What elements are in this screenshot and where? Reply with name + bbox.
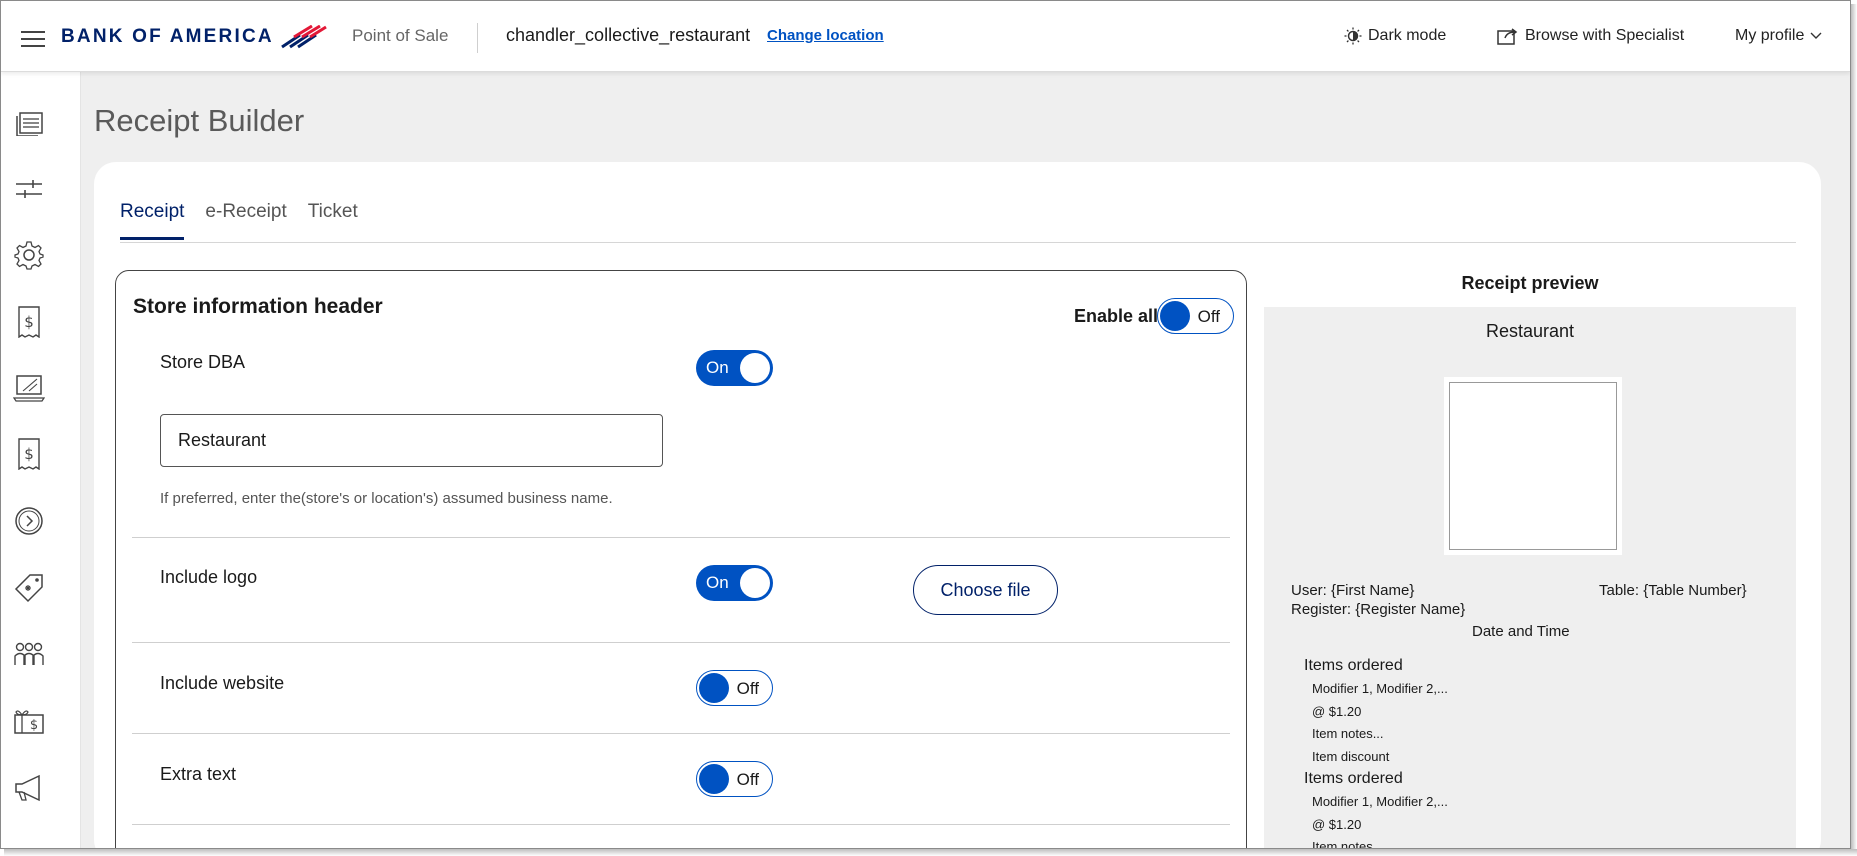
store-dba-input[interactable]: Restaurant	[160, 414, 663, 467]
toggle-knob	[740, 568, 770, 598]
dark-mode-label: Dark mode	[1368, 27, 1447, 44]
preview-price: @ $1.20	[1312, 817, 1362, 832]
section-title: Store information header	[133, 295, 383, 318]
toggle-state: On	[706, 358, 729, 377]
sidebar: $ $ $	[1, 72, 81, 848]
tab-ticket[interactable]: Ticket	[308, 201, 358, 240]
receipt-dollar-icon[interactable]: $	[13, 306, 45, 338]
tab-receipt[interactable]: Receipt	[120, 201, 185, 240]
gift-card-icon[interactable]: $	[13, 705, 45, 737]
preview-register: Register: {Register Name}	[1291, 601, 1466, 618]
share-screen-icon	[1497, 28, 1518, 45]
dark-mode-button[interactable]: Dark mode	[1344, 27, 1446, 45]
flag-logo-icon	[280, 25, 327, 49]
svg-text:$: $	[24, 445, 34, 463]
preview-date-time: Date and Time	[1472, 623, 1570, 640]
enable-all-toggle[interactable]: Off	[1157, 298, 1234, 334]
toggle-state: Off	[1197, 307, 1220, 326]
people-icon[interactable]	[13, 638, 45, 670]
row-divider	[132, 733, 1230, 734]
receipt-dollar-icon[interactable]: $	[13, 438, 45, 470]
store-dba-helper: If preferred, enter the(store's or locat…	[160, 490, 613, 507]
tab-e-receipt[interactable]: e-Receipt	[205, 201, 286, 240]
brand-name: BANK OF AMERICA	[61, 26, 274, 47]
extra-text-label: Extra text	[160, 764, 237, 784]
preview-modifiers: Modifier 1, Modifier 2,...	[1312, 794, 1448, 809]
toggle-knob	[699, 673, 729, 703]
toggle-state: On	[706, 573, 729, 592]
preview-item-notes: Item notes...	[1312, 839, 1384, 849]
browse-specialist-button[interactable]: Browse with Specialist	[1497, 27, 1684, 45]
preview-items-heading: Items ordered	[1304, 657, 1403, 674]
extra-text-toggle[interactable]: Off	[696, 761, 773, 797]
my-profile-menu[interactable]: My profile	[1735, 27, 1822, 45]
location-name: chandler_collective_restaurant	[506, 25, 751, 45]
include-website-label: Include website	[160, 673, 285, 693]
page-title: Receipt Builder	[94, 103, 305, 138]
preview-logo-placeholder	[1444, 377, 1622, 555]
app-name: Point of Sale	[352, 26, 449, 45]
preview-table: Table: {Table Number}	[1599, 582, 1747, 599]
bank-logo[interactable]: BANK OF AMERICA	[61, 25, 328, 49]
preview-items-heading: Items ordered	[1304, 770, 1403, 787]
tag-icon[interactable]	[13, 572, 45, 604]
tab-bar: Receipt e-Receipt Ticket	[120, 201, 379, 240]
tablet-icon[interactable]	[13, 372, 45, 404]
toggle-knob	[1160, 301, 1190, 331]
preview-item-discount: Item discount	[1312, 749, 1390, 764]
megaphone-icon[interactable]	[13, 772, 45, 804]
preview-price: @ $1.20	[1312, 704, 1362, 719]
my-profile-label: My profile	[1735, 27, 1805, 44]
preview-store-name: Restaurant	[1485, 321, 1575, 341]
receipt-preview-title: Receipt preview	[1461, 273, 1599, 293]
app-window: BANK OF AMERICA Point of Sale chandler_c…	[0, 0, 1851, 849]
toggle-state: Off	[736, 770, 759, 789]
window-shadow	[1851, 4, 1857, 853]
preview-item-notes: Item notes...	[1312, 726, 1384, 741]
header-divider	[477, 23, 478, 53]
change-location-link[interactable]: Change location	[767, 27, 884, 44]
tabs-divider	[120, 242, 1796, 243]
chevron-down-icon	[1810, 32, 1822, 39]
svg-text:$: $	[30, 718, 38, 733]
menu-icon[interactable]	[21, 31, 45, 47]
row-divider	[132, 642, 1230, 643]
row-divider	[132, 824, 1230, 825]
preview-modifiers: Modifier 1, Modifier 2,...	[1312, 681, 1448, 696]
toggle-knob	[699, 764, 729, 794]
browse-specialist-label: Browse with Specialist	[1525, 27, 1685, 44]
include-logo-toggle[interactable]: On	[696, 565, 773, 601]
receipt-preview: Restaurant User: {First Name} Table: {Ta…	[1264, 307, 1796, 849]
top-bar: BANK OF AMERICA Point of Sale chandler_c…	[1, 1, 1850, 72]
layers-icon[interactable]	[13, 106, 45, 138]
include-logo-label: Include logo	[160, 567, 258, 587]
gear-icon[interactable]	[13, 239, 45, 271]
window-shadow	[4, 849, 1857, 856]
include-website-toggle[interactable]: Off	[696, 670, 773, 706]
sliders-icon[interactable]	[13, 173, 45, 205]
toggle-state: Off	[736, 679, 759, 698]
choose-file-button[interactable]: Choose file	[913, 565, 1058, 615]
toggle-knob	[740, 353, 770, 383]
store-dba-toggle[interactable]: On	[696, 350, 773, 386]
store-header-panel	[115, 270, 1247, 848]
svg-text:$: $	[24, 313, 34, 331]
row-divider	[132, 537, 1230, 538]
enable-all-label: Enable all	[1074, 306, 1159, 326]
preview-user: User: {First Name}	[1291, 582, 1415, 599]
brightness-icon	[1344, 27, 1362, 45]
clock-arrow-icon[interactable]	[13, 505, 45, 537]
store-dba-label: Store DBA	[160, 352, 246, 372]
